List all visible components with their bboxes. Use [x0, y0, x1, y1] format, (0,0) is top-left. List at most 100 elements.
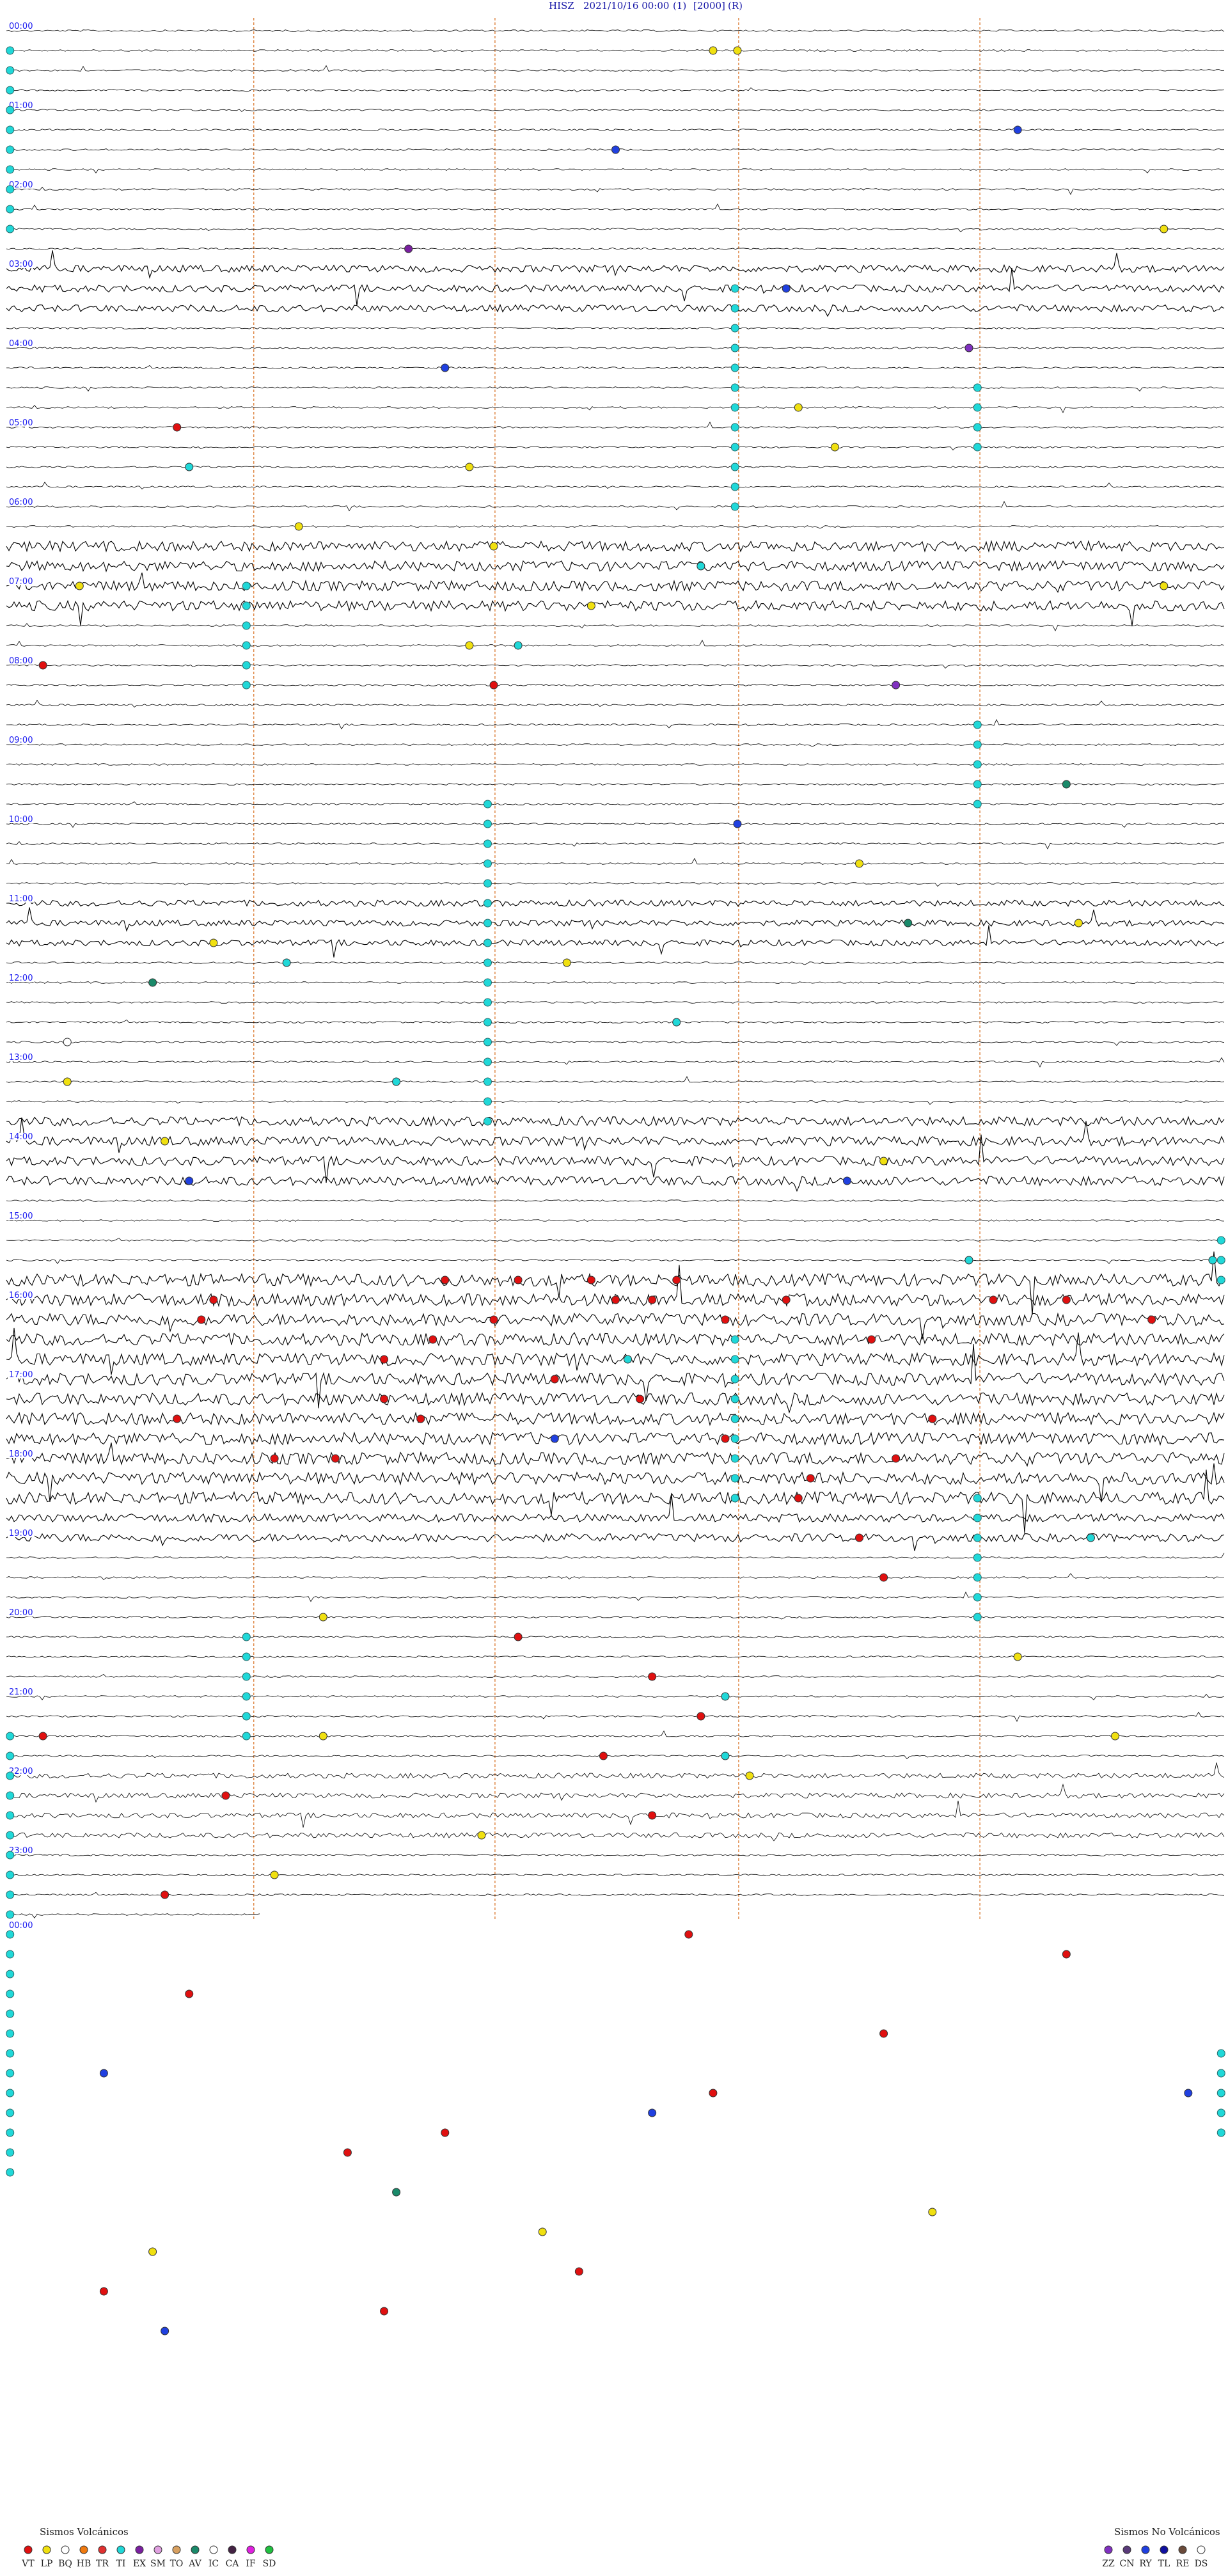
event-marker-ti	[973, 780, 982, 789]
legend-non-volcanic-code-re: RE	[1176, 2559, 1190, 2569]
hour-label-8: 08:00	[9, 656, 33, 666]
event-marker-ti	[973, 760, 982, 769]
legend-non-volcanic-code-cn: CN	[1120, 2559, 1135, 2569]
event-marker-vt	[221, 1791, 230, 1800]
legend-non-volcanic-swatch-re	[1178, 2545, 1187, 2554]
event-marker-lp	[709, 46, 718, 55]
event-marker-ti	[483, 839, 492, 848]
event-marker-ti	[483, 978, 492, 987]
event-marker-ti	[242, 681, 251, 690]
event-marker-ry	[550, 1434, 559, 1443]
event-marker-ti	[6, 1831, 15, 1840]
event-marker-vt	[648, 1811, 657, 1820]
event-marker-lp	[855, 859, 863, 868]
event-marker-lp	[1111, 1732, 1120, 1741]
event-marker-ry	[99, 2069, 108, 2078]
event-marker-vt	[331, 1454, 340, 1463]
legend-volcanic-swatch-lp	[42, 2545, 51, 2554]
legend-non-volcanic-code-zz: ZZ	[1102, 2559, 1115, 2569]
event-marker-ti	[973, 1573, 982, 1582]
event-marker-ti	[392, 1077, 401, 1086]
event-marker-ti	[6, 1930, 15, 1939]
event-marker-ti	[242, 581, 251, 590]
event-marker-ti	[483, 859, 492, 868]
event-marker-lp	[465, 462, 474, 471]
event-marker-ti	[6, 1989, 15, 1998]
event-marker-vt	[429, 1335, 437, 1344]
legend-volcanic-swatch-sm	[154, 2545, 162, 2554]
event-marker-ti	[242, 1632, 251, 1641]
event-marker-ti	[6, 1751, 15, 1760]
event-marker-ti	[6, 2128, 15, 2137]
event-marker-vt	[855, 1533, 863, 1542]
event-marker-lp	[294, 522, 303, 531]
event-marker-ti	[282, 958, 291, 967]
event-marker-ti	[242, 1672, 251, 1681]
event-marker-lp	[879, 1157, 888, 1166]
legend-volcanic-swatch-ic	[209, 2545, 218, 2554]
event-marker-ti	[483, 1018, 492, 1027]
event-marker-ti	[483, 1057, 492, 1066]
hour-label-7: 07:00	[9, 577, 33, 587]
hour-label-13: 13:00	[9, 1053, 33, 1063]
event-marker-vt	[721, 1315, 730, 1324]
event-marker-lp	[538, 2227, 547, 2236]
legend-non-volcanic-swatch-tl	[1160, 2545, 1169, 2554]
event-marker-ti	[730, 462, 739, 471]
event-marker-vt	[892, 1454, 901, 1463]
event-marker-ti	[483, 919, 492, 928]
event-marker-vt	[928, 1414, 937, 1423]
event-marker-av	[392, 2188, 401, 2197]
event-marker-ti	[1216, 2128, 1225, 2137]
event-marker-vt	[794, 1494, 803, 1503]
event-marker-ti	[6, 2069, 15, 2078]
event-marker-ry	[1184, 2089, 1193, 2098]
legend-volcanic-code-hb: HB	[77, 2559, 91, 2569]
legend-non-volcanic-swatch-ry	[1141, 2545, 1150, 2554]
event-marker-ti	[1216, 1256, 1225, 1265]
event-marker-ti	[6, 46, 15, 55]
event-marker-ic	[63, 1038, 72, 1047]
event-marker-ti	[6, 2168, 15, 2177]
event-marker-vt	[989, 1295, 998, 1304]
event-marker-ti	[6, 2108, 15, 2117]
event-marker-vt	[806, 1474, 815, 1483]
event-marker-vt	[1062, 1295, 1071, 1304]
event-marker-vt	[636, 1395, 645, 1403]
hour-label-20: 20:00	[9, 1608, 33, 1618]
hour-label-11: 11:00	[9, 894, 33, 904]
event-marker-ti	[730, 304, 739, 313]
legend-volcanic-swatch-to	[172, 2545, 181, 2554]
event-marker-vt	[599, 1751, 608, 1760]
event-marker-ti	[730, 1474, 739, 1483]
legend-volcanic-code-vt: VT	[21, 2559, 35, 2569]
legend-volcanic-code-to: TO	[170, 2559, 184, 2569]
event-marker-ti	[6, 1910, 15, 1919]
legend-volcanic-code-sm: SM	[150, 2559, 166, 2569]
event-marker-ti	[973, 403, 982, 412]
event-marker-ti	[6, 2148, 15, 2157]
event-marker-ti	[730, 502, 739, 511]
legend-volcanic-code-lp: LP	[41, 2559, 53, 2569]
event-marker-ti	[973, 1553, 982, 1562]
event-marker-vt	[185, 1989, 194, 1998]
legend-non-volcanic-swatch-cn	[1122, 2545, 1131, 2554]
event-marker-ti	[973, 720, 982, 729]
event-marker-ti	[973, 740, 982, 749]
legend-volcanic-swatch-hb	[79, 2545, 88, 2554]
event-marker-lp	[562, 958, 571, 967]
event-marker-vt	[697, 1712, 705, 1721]
event-marker-ti	[730, 324, 739, 333]
header-scale: [2000]	[693, 0, 725, 12]
event-marker-ti	[730, 423, 739, 432]
event-marker-vt	[489, 1315, 498, 1324]
event-marker-vt	[161, 1890, 169, 1899]
event-marker-ti	[1216, 1236, 1225, 1245]
legend-non-volcanic-code-tl: TL	[1158, 2559, 1170, 2569]
legend-volcanic-swatch-bq	[61, 2545, 70, 2554]
event-marker-vt	[574, 2267, 583, 2276]
hour-label-4: 04:00	[9, 339, 33, 349]
event-marker-ti	[242, 621, 251, 630]
event-marker-ti	[730, 1335, 739, 1344]
event-marker-ti	[242, 1712, 251, 1721]
